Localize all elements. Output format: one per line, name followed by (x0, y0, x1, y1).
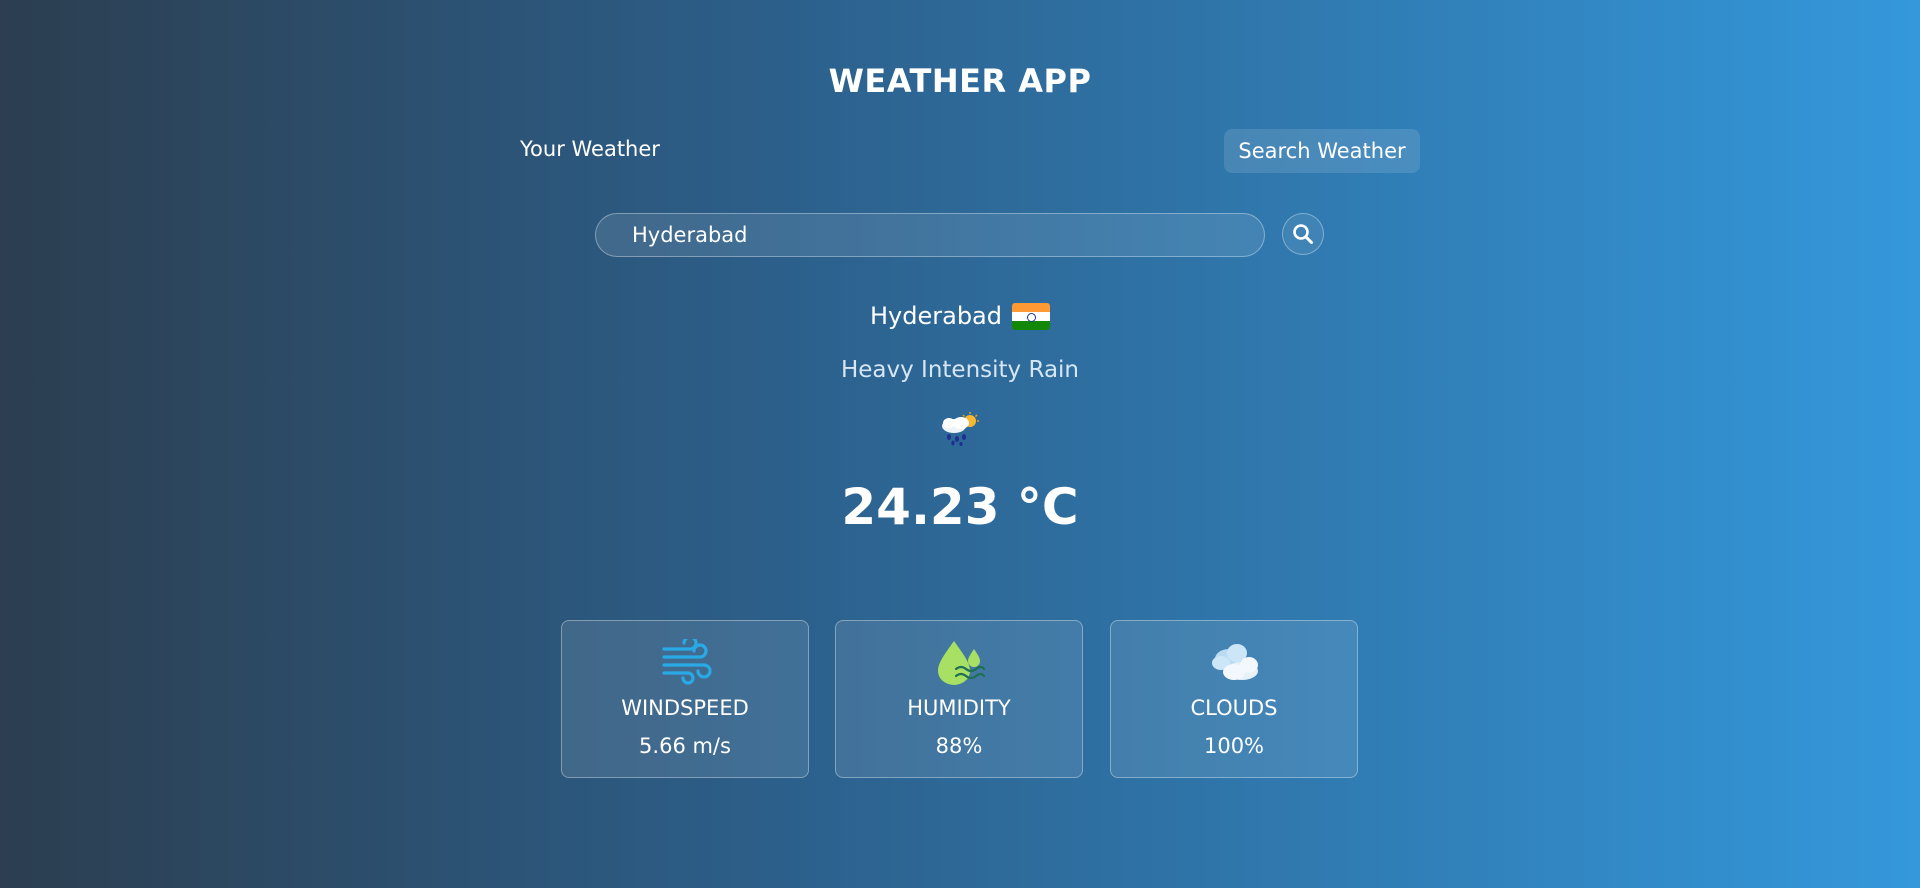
india-flag-icon (1012, 302, 1050, 330)
clouds-card: CLOUDS 100% (1110, 620, 1358, 778)
cloud-icon (1212, 644, 1258, 680)
tab-your-weather[interactable]: Your Weather (520, 137, 660, 161)
clouds-label: CLOUDS (1190, 696, 1278, 720)
humidity-label: HUMIDITY (907, 696, 1011, 720)
wind-icon (662, 639, 712, 685)
city-row: Hyderabad (0, 302, 1920, 330)
windspeed-card: WINDSPEED 5.66 m/s (561, 620, 809, 778)
humidity-card: HUMIDITY 88% (835, 620, 1083, 778)
rain-cloud-sun-icon (942, 412, 979, 446)
weather-description: Heavy Intensity Rain (840, 357, 1080, 383)
humidity-droplet-icon (938, 641, 986, 685)
city-name: Hyderabad (870, 302, 1002, 330)
search-input[interactable] (595, 213, 1265, 257)
search-button[interactable] (1282, 213, 1324, 255)
app-title: WEATHER APP (828, 62, 1092, 100)
tab-search-weather[interactable]: Search Weather (1224, 129, 1420, 173)
clouds-value: 100% (1203, 734, 1265, 758)
temperature: 24.23 °C (841, 478, 1079, 536)
windspeed-label: WINDSPEED (621, 696, 749, 720)
humidity-value: 88% (935, 734, 983, 758)
search-icon (1293, 224, 1313, 244)
windspeed-value: 5.66 m/s (639, 734, 731, 758)
